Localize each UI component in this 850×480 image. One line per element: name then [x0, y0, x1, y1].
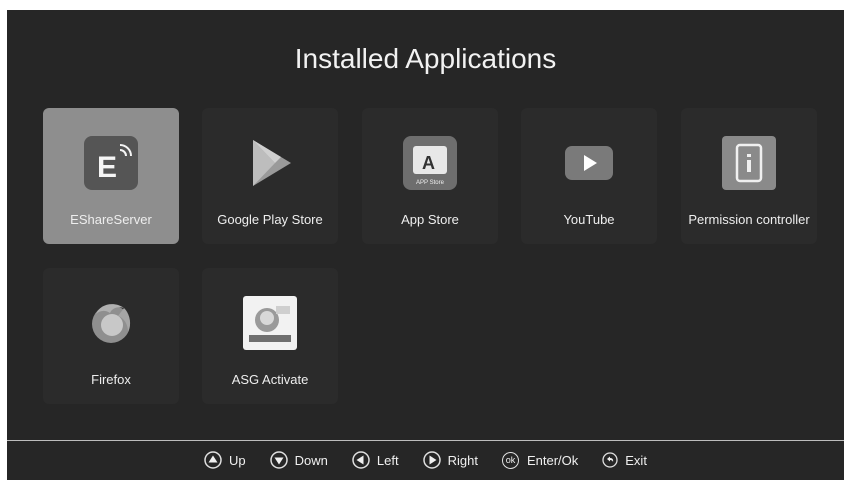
hint-exit: Exit — [602, 452, 647, 468]
app-tile-youtube[interactable]: YouTube — [521, 108, 657, 244]
footer-divider — [7, 440, 844, 441]
app-tile-asg-activate[interactable]: ASG Activate — [202, 268, 338, 404]
left-icon — [352, 451, 370, 469]
app-label: Firefox — [91, 372, 131, 387]
firefox-icon — [84, 296, 138, 350]
app-tile-firefox[interactable]: Firefox — [43, 268, 179, 404]
exit-icon — [602, 452, 618, 468]
app-label: EShareServer — [70, 212, 152, 227]
app-tile-eshareserver[interactable]: E EShareServer — [43, 108, 179, 244]
hint-label: Down — [294, 452, 328, 468]
app-label: Google Play Store — [217, 212, 323, 227]
page-title: Installed Applications — [294, 43, 557, 74]
navigation-hints: Up Down Left Right ok Enter/Ok Exit — [7, 448, 844, 472]
tv-screen: Installed Applications E EShareServer Go… — [7, 10, 844, 480]
app-tile-app-store[interactable]: A APP Store App Store — [362, 108, 498, 244]
google-play-icon — [243, 136, 297, 190]
permission-icon — [722, 136, 776, 190]
right-icon — [422, 451, 441, 469]
hint-right: Right — [422, 451, 478, 469]
hint-left: Left — [352, 451, 399, 469]
youtube-icon — [562, 136, 616, 190]
hint-up: Up — [204, 451, 246, 469]
hint-down: Down — [269, 451, 328, 469]
app-store-icon-text: APP Store — [416, 180, 445, 186]
svg-text:E: E — [97, 151, 117, 184]
asg-activate-icon — [243, 296, 297, 350]
hint-ok: ok Enter/Ok — [501, 451, 579, 469]
ok-icon: ok — [501, 451, 519, 469]
hint-label: Right — [447, 452, 478, 468]
app-label: ASG Activate — [231, 372, 309, 387]
hint-label: Up — [229, 452, 246, 468]
app-tile-permission-controller[interactable]: Permission controller — [681, 108, 817, 244]
down-icon — [269, 451, 288, 469]
app-tile-google-play[interactable]: Google Play Store — [202, 108, 338, 244]
app-label: App Store — [401, 212, 459, 227]
hint-label: Left — [376, 452, 399, 468]
hint-label: Enter/Ok — [526, 452, 579, 468]
app-label: Permission controller — [688, 212, 810, 227]
app-label: YouTube — [563, 212, 615, 227]
up-icon — [204, 451, 222, 469]
svg-text:A: A — [422, 153, 435, 173]
app-store-icon: A APP Store — [403, 136, 457, 190]
eshare-icon: E — [84, 136, 138, 190]
hint-label: Exit — [625, 452, 647, 468]
